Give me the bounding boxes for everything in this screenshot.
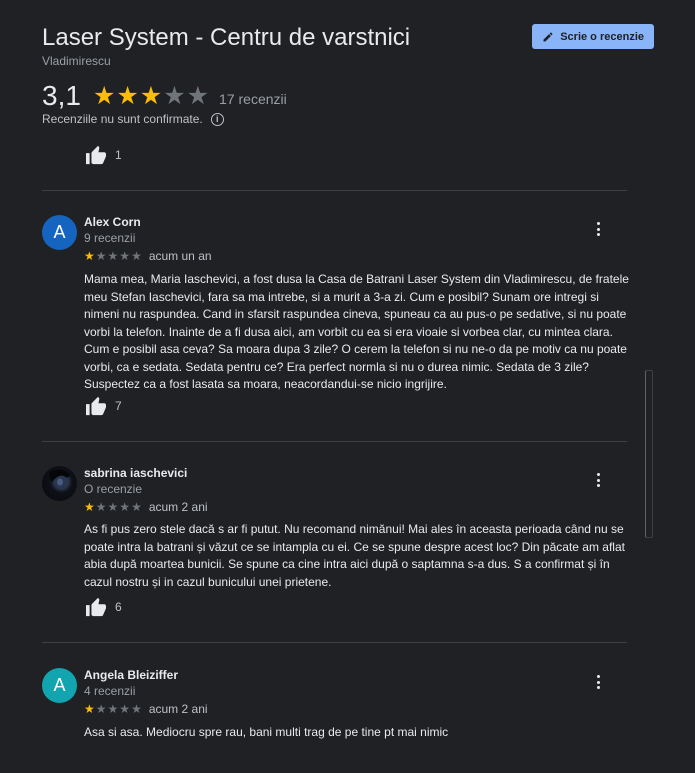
like-button[interactable]: 6 <box>85 597 122 617</box>
review-stars: ★ ★ ★ ★ ★ <box>84 703 142 715</box>
star-icon: ★ <box>186 82 210 110</box>
star-icon: ★ <box>119 249 131 263</box>
star-icon: ★ <box>84 702 95 716</box>
more-options-icon[interactable] <box>593 221 603 237</box>
like-button[interactable]: 7 <box>85 396 122 416</box>
star-icon: ★ <box>119 500 131 514</box>
star-icon: ★ <box>95 249 107 263</box>
thumbs-up-icon <box>86 597 106 617</box>
review-meta: ★ ★ ★ ★ ★ acum un an <box>84 249 212 263</box>
average-rating: 3,1 <box>42 80 81 111</box>
divider <box>42 190 627 191</box>
star-icon: ★ <box>131 500 142 514</box>
review-stars: ★ ★ ★ ★ ★ <box>84 501 142 513</box>
place-location: Vladimirescu <box>42 54 111 68</box>
star-icon: ★ <box>107 249 119 263</box>
review-count-link[interactable]: 17 recenzii <box>219 91 287 107</box>
reviewer-name[interactable]: sabrina iaschevici <box>84 466 187 480</box>
reviewer-review-count: 4 recenzii <box>84 684 136 698</box>
scrollbar[interactable] <box>645 370 653 538</box>
like-button[interactable]: 1 <box>85 145 122 165</box>
like-count: 7 <box>115 399 122 413</box>
unconfirmed-notice: Recenziile nu sunt confirmate. i <box>42 112 224 126</box>
review-meta: ★ ★ ★ ★ ★ acum 2 ani <box>84 702 208 716</box>
like-count: 6 <box>115 600 122 614</box>
thumbs-up-icon <box>86 145 106 165</box>
divider <box>42 441 627 442</box>
place-header: Laser System - Centru de varstnici Vladi… <box>42 22 654 68</box>
write-review-button[interactable]: Scrie o recenzie <box>532 24 654 49</box>
review-text: As fi pus zero stele dacă s ar fi putut.… <box>84 522 625 589</box>
review-text: Mama mea, Maria Iaschevici, a fost dusa … <box>84 272 629 391</box>
star-icon: ★ <box>131 702 142 716</box>
like-count: 1 <box>115 148 122 162</box>
rating-stars: ★ ★ ★ ★ ★ <box>93 82 209 110</box>
review-stars: ★ ★ ★ ★ ★ <box>84 250 142 262</box>
reviewer-name[interactable]: Alex Corn <box>84 215 141 229</box>
divider <box>42 642 627 643</box>
review-date: acum 2 ani <box>148 500 208 514</box>
star-icon: ★ <box>84 500 95 514</box>
star-icon: ★ <box>119 702 131 716</box>
more-options-icon[interactable] <box>593 674 603 690</box>
star-icon: ★ <box>131 249 142 263</box>
star-icon: ★ <box>92 82 116 110</box>
reviewer-review-count: 9 recenzii <box>84 231 136 245</box>
more-options-icon[interactable] <box>593 472 603 488</box>
review-meta: ★ ★ ★ ★ ★ acum 2 ani <box>84 500 208 514</box>
star-icon: ★ <box>95 500 107 514</box>
review-text: Asa si asa. Mediocru spre rau, bani mult… <box>84 725 449 739</box>
profile-photo-icon <box>49 469 70 489</box>
star-icon: ★ <box>107 702 119 716</box>
unconfirmed-text: Recenziile nu sunt confirmate. <box>42 112 203 126</box>
star-icon: ★ <box>139 82 163 110</box>
avatar[interactable]: A <box>42 215 77 250</box>
avatar[interactable] <box>42 466 77 501</box>
thumbs-up-icon <box>86 396 106 416</box>
star-icon: ★ <box>116 82 139 110</box>
avatar[interactable]: A <box>42 668 77 703</box>
reviewer-name[interactable]: Angela Bleiziffer <box>84 668 178 682</box>
review-date: acum 2 ani <box>148 702 208 716</box>
star-icon: ★ <box>107 500 119 514</box>
pencil-icon <box>543 31 553 41</box>
star-icon: ★ <box>163 82 186 110</box>
write-review-label: Scrie o recenzie <box>560 30 644 43</box>
rating-summary: 3,1 ★ ★ ★ ★ ★ 17 recenzii <box>42 80 287 112</box>
info-icon[interactable]: i <box>210 112 224 126</box>
reviewer-review-count: O recenzie <box>84 482 143 496</box>
star-icon: ★ <box>84 249 95 263</box>
star-icon: ★ <box>95 702 107 716</box>
review-date: acum un an <box>148 249 212 263</box>
